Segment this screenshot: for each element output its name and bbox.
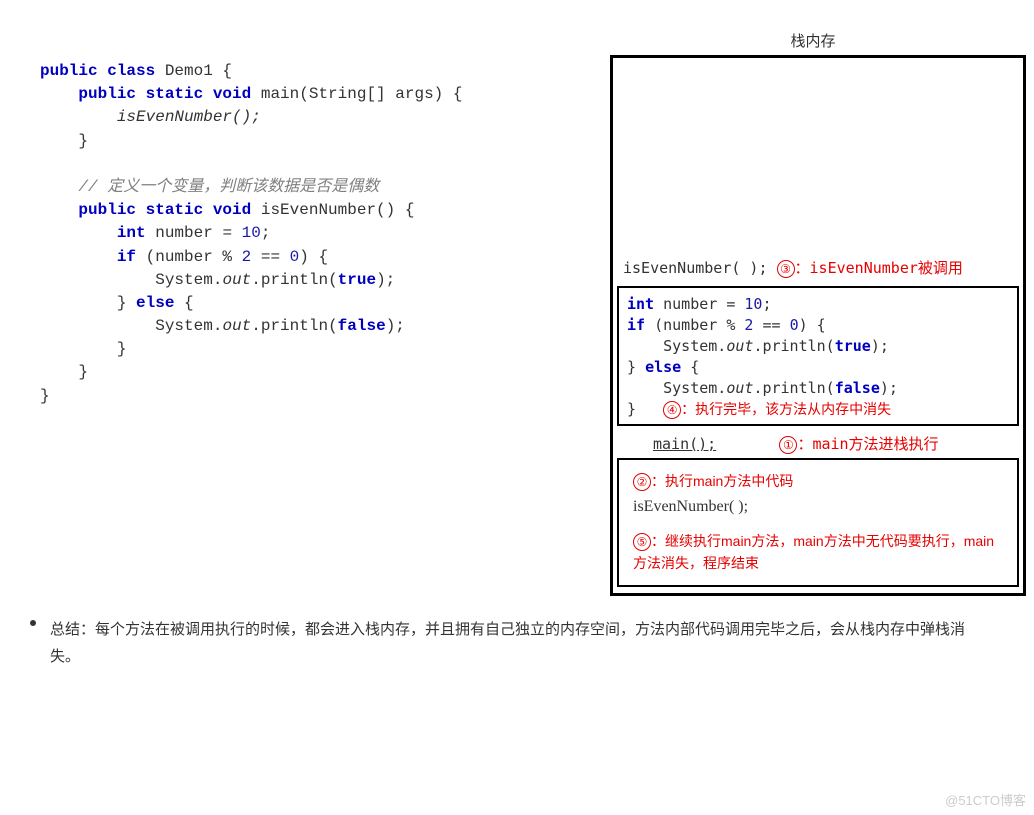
step-5-badge: ⑤ (633, 533, 651, 551)
main-frame: ②：执行main方法中代码 isEvenNumber( ); ⑤：继续执行mai… (617, 458, 1019, 587)
step-2-text: ：执行main方法中代码 (651, 473, 793, 489)
main-frame-call: isEvenNumber( ); (633, 492, 1007, 530)
stack-title: 栈内存 (600, 30, 1026, 51)
step-2-badge: ② (633, 473, 651, 491)
isevennumber-call-line: isEvenNumber( ); ③：isEvenNumber被调用 (613, 253, 1023, 284)
step-4-badge: ④ (663, 401, 681, 419)
main-frame-label: main(); ①：main方法进栈执行 (613, 430, 1023, 456)
step-1-badge: ① (779, 436, 797, 454)
stack-box: isEvenNumber( ); ③：isEvenNumber被调用 int n… (610, 55, 1026, 596)
step-3-badge: ③ (777, 260, 795, 278)
source-code: public class Demo1 { public static void … (40, 60, 600, 408)
step-5-text: ：继续执行main方法，main方法中无代码要执行，main方法消失，程序结束 (633, 533, 994, 571)
bullet-icon (30, 620, 36, 626)
step-1-text: ：main方法进栈执行 (797, 435, 938, 453)
watermark: @51CTO博客 (945, 790, 1026, 809)
stack-diagram: 栈内存 isEvenNumber( ); ③：isEvenNumber被调用 i… (600, 20, 1026, 596)
summary-text: 总结：每个方法在被调用执行的时候，都会进入栈内存，并且拥有自己独立的内存空间，方… (0, 606, 1034, 690)
code-block: public class Demo1 { public static void … (10, 20, 600, 408)
step-3-text: ：isEvenNumber被调用 (795, 259, 963, 277)
isevennumber-frame: int number = 10; if (number % 2 == 0) { … (617, 286, 1019, 426)
step-4-text: ：执行完毕，该方法从内存中消失 (681, 401, 891, 417)
stack-empty-top (613, 58, 1023, 253)
